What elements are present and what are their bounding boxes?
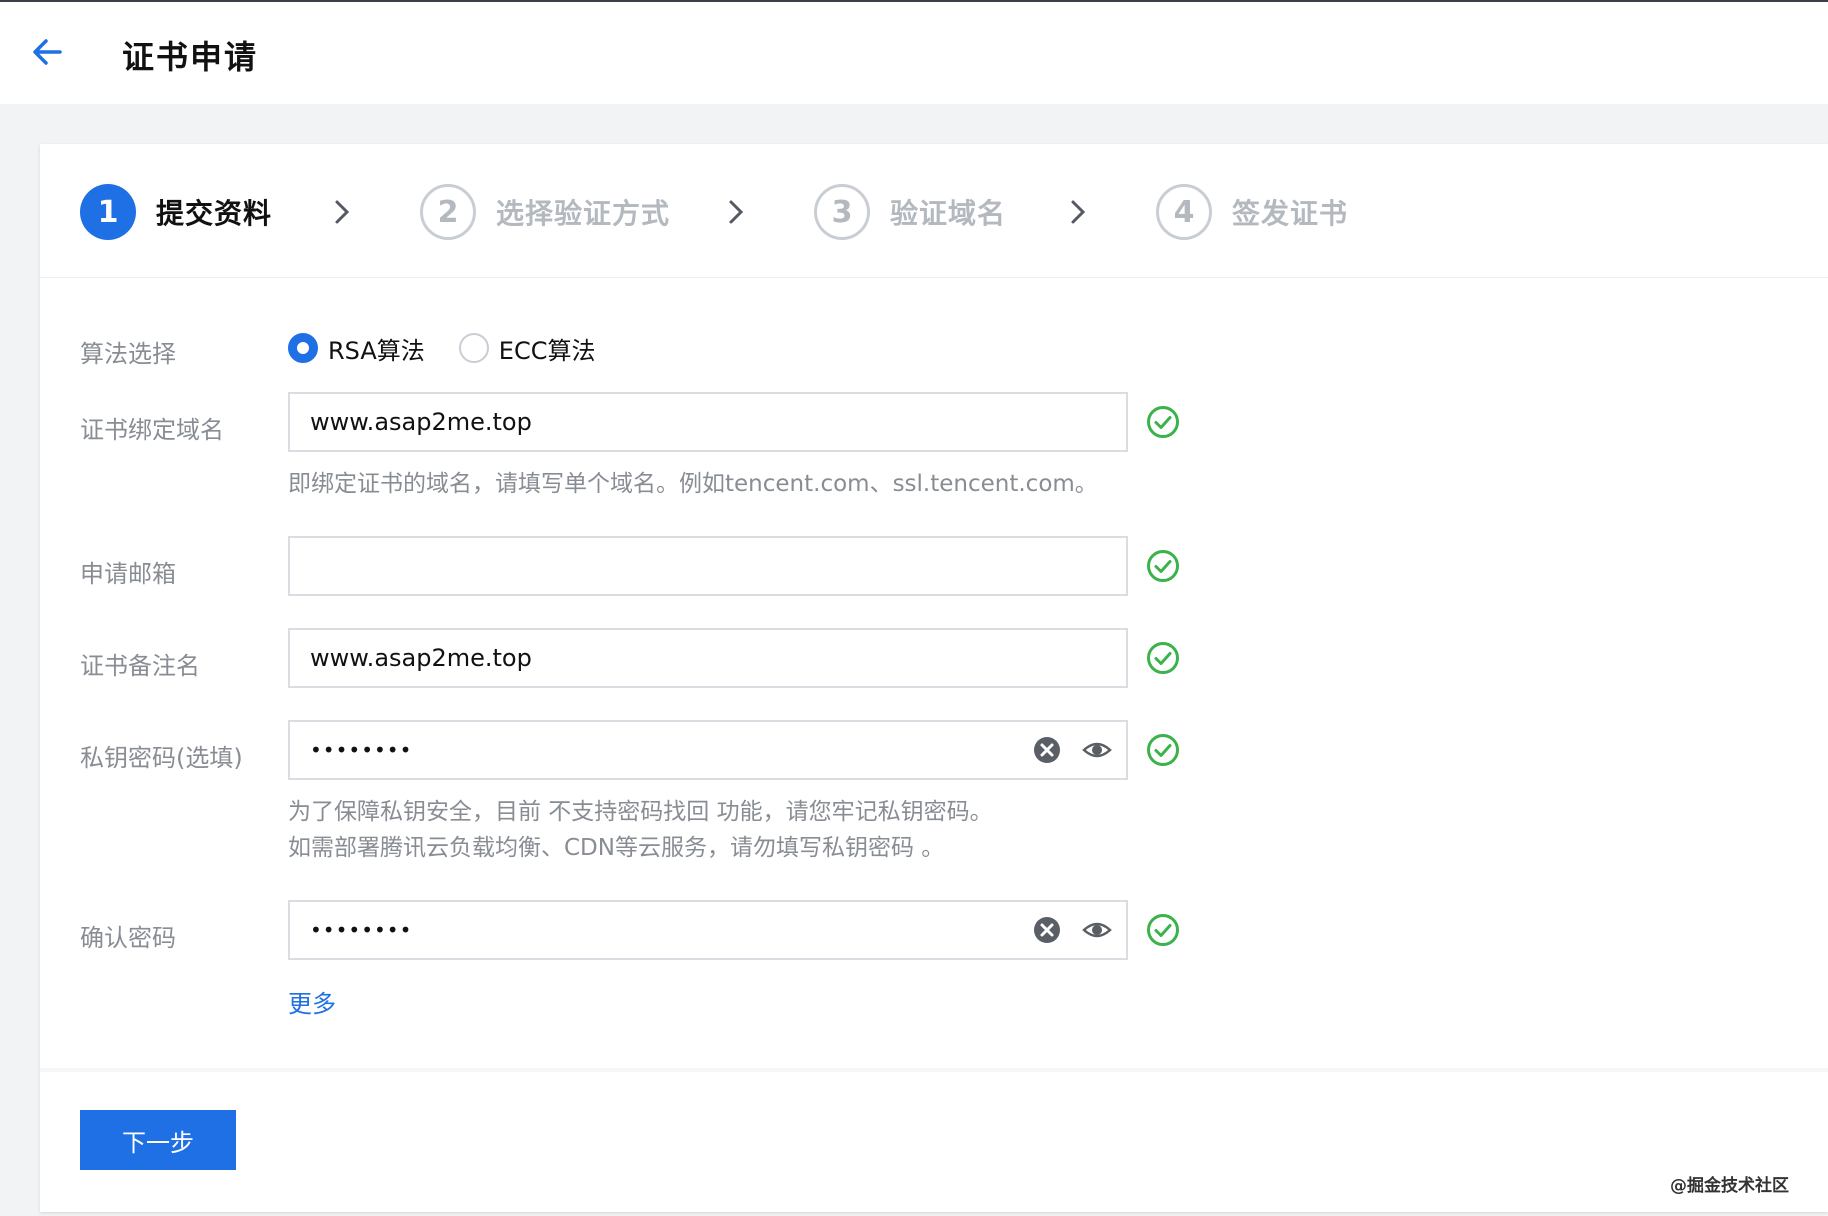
email-label: 申请邮箱 xyxy=(80,560,176,588)
check-circle-icon xyxy=(1147,550,1179,582)
chevron-right-icon xyxy=(729,200,744,224)
confirm-password-actions xyxy=(1012,915,1112,945)
password-hint-line-2: 如需部署腾讯云负载均衡、CDN等云服务，请勿填写私钥密码 。 xyxy=(288,835,945,861)
page-title: 证书申请 xyxy=(122,38,259,76)
email-input[interactable] xyxy=(288,536,1128,596)
chevron-right-icon xyxy=(335,200,350,224)
step-3-number: 3 xyxy=(814,184,870,240)
rsa-radio-label: RSA算法 xyxy=(328,336,425,365)
remark-input-value[interactable]: www.asap2me.top xyxy=(310,644,1126,672)
domain-input[interactable]: www.asap2me.top xyxy=(288,392,1128,452)
confirm-password-value[interactable]: •••••••• xyxy=(310,918,1012,942)
domain-hint: 即绑定证书的域名，请填写单个域名。例如tencent.com、ssl.tence… xyxy=(288,471,1098,497)
domain-input-value[interactable]: www.asap2me.top xyxy=(310,408,1126,436)
watermark: @掘金技术社区 xyxy=(1670,1176,1789,1196)
step-1: 1 提交资料 xyxy=(80,184,272,240)
ecc-radio[interactable]: ECC算法 xyxy=(458,331,596,366)
radio-unchecked-icon[interactable] xyxy=(458,333,489,363)
password-hint-line-1: 为了保障私钥安全，目前 不支持密码找回 功能，请您牢记私钥密码。 xyxy=(288,799,993,825)
private-key-password-value[interactable]: •••••••• xyxy=(310,738,1012,762)
form-card: 1 提交资料 2 选择验证方式 3 验证域名 4 签发证书 算法选择 RSA算法… xyxy=(40,144,1828,1212)
remark-input[interactable]: www.asap2me.top xyxy=(288,628,1128,688)
domain-label: 证书绑定域名 xyxy=(80,416,224,444)
chevron-right-icon xyxy=(1071,200,1086,224)
check-circle-icon xyxy=(1147,734,1179,766)
eye-icon[interactable] xyxy=(1082,735,1112,765)
step-3-label: 验证域名 xyxy=(890,197,1007,230)
step-4-label: 签发证书 xyxy=(1232,197,1349,230)
private-key-password-label: 私钥密码(选填) xyxy=(80,744,243,772)
step-2-label: 选择验证方式 xyxy=(496,197,671,230)
step-4-number: 4 xyxy=(1156,184,1212,240)
remark-label: 证书备注名 xyxy=(80,652,200,680)
footer-divider xyxy=(40,1068,1828,1072)
password-actions xyxy=(1012,735,1112,765)
step-2-number: 2 xyxy=(420,184,476,240)
step-4: 4 签发证书 xyxy=(1156,184,1348,240)
step-3: 3 验证域名 xyxy=(814,184,1006,240)
rsa-radio[interactable]: RSA算法 xyxy=(288,331,425,366)
check-circle-icon xyxy=(1147,642,1179,674)
algorithm-label: 算法选择 xyxy=(80,340,176,368)
radio-checked-icon[interactable] xyxy=(288,333,318,363)
check-circle-icon xyxy=(1147,406,1179,438)
step-1-label: 提交资料 xyxy=(156,197,273,230)
more-link[interactable]: 更多 xyxy=(288,984,336,1019)
arrow-left-icon[interactable] xyxy=(30,34,66,70)
check-circle-icon xyxy=(1147,914,1179,946)
confirm-password-input[interactable]: •••••••• xyxy=(288,900,1128,960)
step-indicator: 1 提交资料 2 选择验证方式 3 验证域名 4 签发证书 xyxy=(40,144,1828,278)
next-step-button[interactable]: 下一步 xyxy=(80,1110,236,1170)
step-1-number: 1 xyxy=(80,184,136,240)
clear-icon[interactable] xyxy=(1032,915,1062,945)
clear-icon[interactable] xyxy=(1032,735,1062,765)
step-2: 2 选择验证方式 xyxy=(420,184,670,240)
confirm-password-label: 确认密码 xyxy=(80,924,176,952)
top-bar: 证书申请 xyxy=(0,0,1828,104)
eye-icon[interactable] xyxy=(1082,915,1112,945)
algorithm-radio-group: RSA算法 ECC算法 xyxy=(288,328,629,368)
private-key-password-input[interactable]: •••••••• xyxy=(288,720,1128,780)
ecc-radio-label: ECC算法 xyxy=(498,336,596,365)
